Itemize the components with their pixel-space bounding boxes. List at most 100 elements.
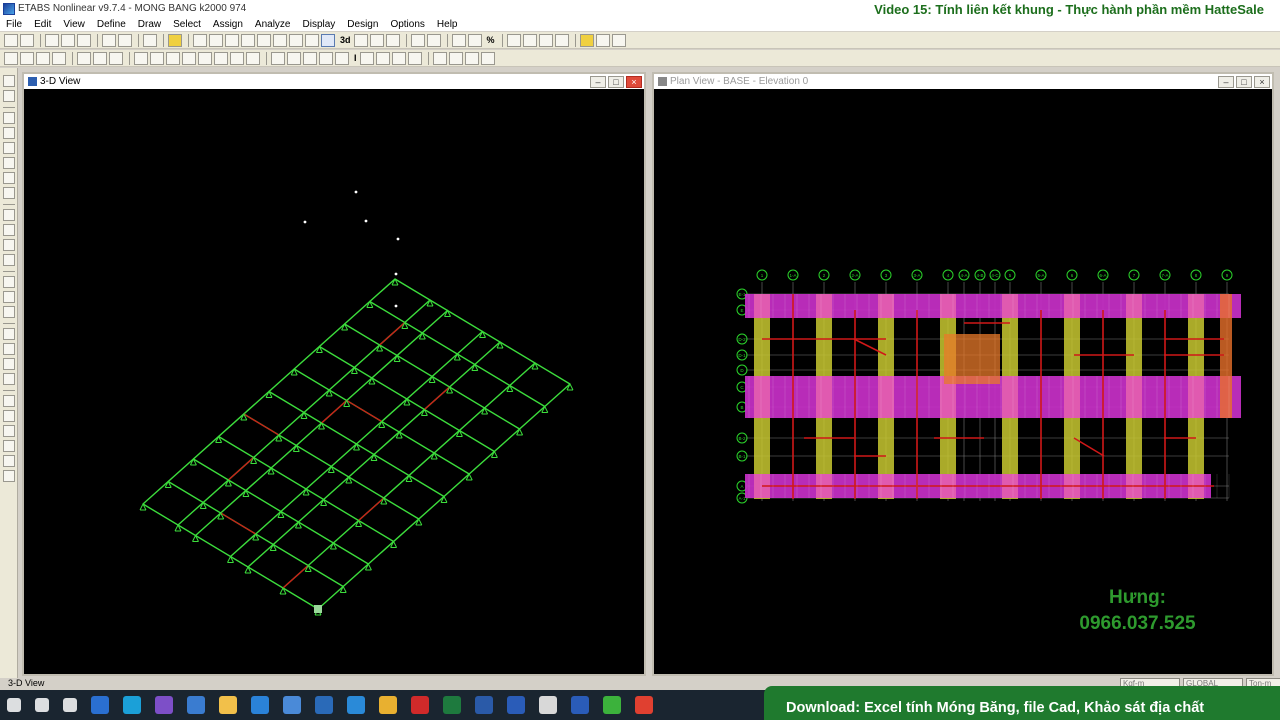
- wall-design-icon[interactable]: [432, 51, 447, 65]
- close-button[interactable]: ×: [626, 75, 642, 88]
- frame-release-icon[interactable]: [182, 51, 196, 65]
- taskbar-windows-start-icon[interactable]: [7, 698, 21, 712]
- get-previous-selection-icon[interactable]: [2, 343, 15, 355]
- joint-spring-icon[interactable]: [150, 51, 164, 65]
- load-point-icon[interactable]: [271, 51, 285, 65]
- create-secondary-beams-icon[interactable]: [2, 187, 15, 199]
- menu-options[interactable]: Options: [384, 19, 430, 30]
- maximize-button[interactable]: □: [608, 75, 624, 88]
- taskbar-remote-desktop-icon[interactable]: [187, 696, 205, 714]
- composite-design-icon[interactable]: [448, 51, 463, 65]
- zoom-restore-icon[interactable]: [289, 33, 303, 47]
- taskbar-photoshop-icon[interactable]: [91, 696, 109, 714]
- frame-section-icon[interactable]: [166, 51, 180, 65]
- zoom-out-icon[interactable]: [273, 33, 287, 47]
- pointer-icon[interactable]: [2, 75, 15, 87]
- load-area-icon[interactable]: [303, 51, 317, 65]
- taskbar-camtasia-red-icon[interactable]: [635, 696, 653, 714]
- draw-rectangle-area-icon[interactable]: [2, 224, 15, 236]
- move-down-icon[interactable]: [426, 33, 441, 47]
- design-concrete-icon[interactable]: [407, 51, 422, 65]
- taskbar-file-explorer-icon[interactable]: [219, 696, 237, 714]
- taskbar-sap2000-icon[interactable]: [539, 696, 557, 714]
- frame-offset-icon[interactable]: [198, 51, 212, 65]
- menu-select[interactable]: Select: [167, 19, 207, 30]
- create-lines-region-icon[interactable]: [2, 127, 15, 139]
- lock-unlock-icon[interactable]: [480, 51, 495, 65]
- area-section-icon[interactable]: [214, 51, 228, 65]
- snap-perpendicular-icon[interactable]: [2, 440, 15, 452]
- section-type-button[interactable]: I: [354, 53, 357, 63]
- create-areas-click-icon[interactable]: [2, 239, 15, 251]
- 3d-view-caption[interactable]: 3-D View – □ ×: [24, 74, 644, 89]
- close-button[interactable]: ×: [1254, 75, 1270, 88]
- draw-frame-icon[interactable]: [506, 33, 521, 47]
- create-braces-icon[interactable]: [2, 172, 15, 184]
- design-steel-icon[interactable]: [391, 51, 406, 65]
- reshaper-icon[interactable]: [2, 90, 15, 102]
- align-icon[interactable]: [52, 51, 66, 65]
- menu-view[interactable]: View: [57, 19, 91, 30]
- load-frame-icon[interactable]: [287, 51, 301, 65]
- object-shrink-icon[interactable]: [451, 33, 466, 47]
- pencil-icon[interactable]: [168, 33, 182, 47]
- taskbar-word-icon[interactable]: [571, 696, 589, 714]
- load-pattern-icon[interactable]: [335, 51, 349, 65]
- joist-design-icon[interactable]: [464, 51, 479, 65]
- print-icon[interactable]: [61, 33, 75, 47]
- taskbar-bitlocker-icon[interactable]: [315, 696, 333, 714]
- minimize-button[interactable]: –: [1218, 75, 1234, 88]
- undo-icon[interactable]: [102, 33, 116, 47]
- snap-intersections-icon[interactable]: [2, 425, 15, 437]
- set-display-options-icon[interactable]: [467, 33, 482, 47]
- lock-icon[interactable]: [143, 33, 157, 47]
- clear-selection-icon[interactable]: [2, 358, 15, 370]
- 3d-view-button[interactable]: 3d: [340, 35, 351, 45]
- delete-icon[interactable]: [4, 51, 18, 65]
- merge-icon[interactable]: [36, 51, 50, 65]
- taskbar-mail-icon[interactable]: [251, 696, 269, 714]
- taskbar-excel-icon[interactable]: [443, 696, 461, 714]
- spandrel-label-icon[interactable]: [246, 51, 260, 65]
- draw-area-icon[interactable]: [554, 33, 569, 47]
- copy-icon[interactable]: [77, 51, 91, 65]
- paste-icon[interactable]: [93, 51, 107, 65]
- zoom-window-icon[interactable]: [241, 33, 255, 47]
- display-diagrams-icon[interactable]: [375, 51, 390, 65]
- menu-assign[interactable]: Assign: [207, 19, 249, 30]
- pier-label-icon[interactable]: [230, 51, 244, 65]
- select-all-icon[interactable]: [2, 328, 15, 340]
- plan-view-caption[interactable]: Plan View - BASE - Elevation 0 – □ ×: [654, 74, 1272, 89]
- intersecting-line-select-icon[interactable]: [2, 373, 15, 385]
- minimize-button[interactable]: –: [590, 75, 606, 88]
- menu-analyze[interactable]: Analyze: [249, 19, 297, 30]
- taskbar-camtasia-green-icon[interactable]: [603, 696, 621, 714]
- open-icon[interactable]: [20, 33, 34, 47]
- snap-ends-icon[interactable]: [2, 410, 15, 422]
- taskbar-word-icon[interactable]: [507, 696, 525, 714]
- menu-draw[interactable]: Draw: [132, 19, 167, 30]
- menu-edit[interactable]: Edit: [28, 19, 57, 30]
- taskbar-store-icon[interactable]: [283, 696, 301, 714]
- taskbar-visual-studio-icon[interactable]: [155, 696, 173, 714]
- pan-icon[interactable]: [305, 33, 319, 47]
- menu-file[interactable]: File: [0, 19, 28, 30]
- taskbar-task-view-icon[interactable]: [63, 698, 77, 712]
- print-preview-icon[interactable]: [77, 33, 91, 47]
- scale-button[interactable]: %: [487, 35, 495, 45]
- menu-display[interactable]: Display: [297, 19, 342, 30]
- snap-lines-icon[interactable]: [2, 455, 15, 467]
- draw-dimension-icon[interactable]: [2, 276, 15, 288]
- run-analysis-icon[interactable]: [193, 33, 207, 47]
- refresh-icon[interactable]: [225, 33, 239, 47]
- cut-icon[interactable]: [109, 51, 123, 65]
- draw-line-icon[interactable]: [2, 112, 15, 124]
- draw-brace-icon[interactable]: [538, 33, 553, 47]
- menu-help[interactable]: Help: [431, 19, 464, 30]
- display-tables-icon[interactable]: [359, 51, 374, 65]
- snap-points-icon[interactable]: [2, 395, 15, 407]
- new-model-icon[interactable]: [4, 33, 18, 47]
- lightning-icon[interactable]: [579, 33, 594, 47]
- maximize-button[interactable]: □: [1236, 75, 1252, 88]
- draw-area-tool-icon[interactable]: [2, 209, 15, 221]
